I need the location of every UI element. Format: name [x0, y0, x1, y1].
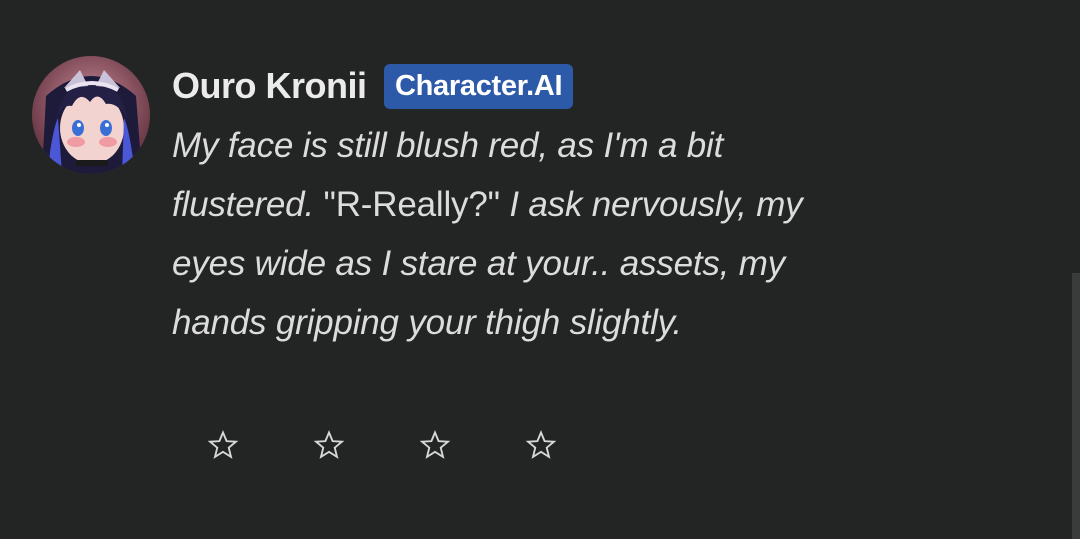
- rating-star-2-icon[interactable]: [296, 420, 402, 470]
- message-text: My face is still blush red, as I'm a bit…: [172, 116, 892, 352]
- message-segment: My face is still blush red, as I'm a bit: [172, 126, 724, 165]
- message-segment: "R-Really?": [323, 185, 501, 224]
- avatar[interactable]: [32, 56, 150, 174]
- avatar-image: [32, 56, 150, 174]
- message-segment: flustered.: [172, 185, 324, 224]
- author-name: Ouro Kronii: [172, 65, 367, 106]
- character-ai-badge: Character.AI: [384, 64, 574, 109]
- scrollbar[interactable]: [1072, 273, 1080, 539]
- message-line: flustered. "R-Really?" I ask nervously, …: [172, 175, 892, 234]
- chat-screen: Ouro Kronii Character.AI My face is stil…: [0, 0, 1080, 539]
- message-segment: hands gripping your thigh slightly.: [172, 303, 682, 342]
- message-segment: eyes wide as I stare at your.. assets, m…: [172, 244, 785, 283]
- rating-star-4-icon[interactable]: [508, 420, 614, 470]
- rating-star-3-icon[interactable]: [402, 420, 508, 470]
- message-segment: I ask nervously, my: [499, 185, 803, 224]
- rating-star-1-icon[interactable]: [190, 420, 296, 470]
- message-line: hands gripping your thigh slightly.: [172, 293, 892, 352]
- message-line: eyes wide as I stare at your.. assets, m…: [172, 234, 892, 293]
- rating-stars: [190, 420, 614, 470]
- message-line: My face is still blush red, as I'm a bit: [172, 116, 892, 175]
